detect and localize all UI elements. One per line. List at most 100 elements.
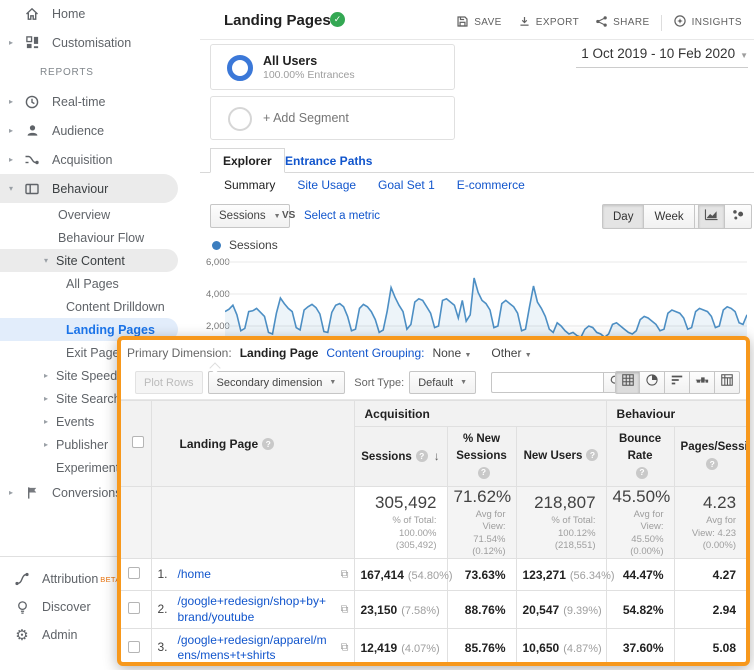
help-icon[interactable]: ? — [586, 449, 598, 461]
ga-landing-pages-page: ▸ Home ▸ Customisation REPORTS ▸ Real-ti… — [0, 0, 754, 670]
segment-ring-icon — [227, 55, 253, 81]
share-icon — [595, 15, 608, 31]
sidebar-item-real-time[interactable]: ▸ Real-time — [0, 87, 200, 116]
line-chart-button[interactable] — [698, 204, 725, 229]
person-icon — [24, 123, 40, 139]
help-icon[interactable]: ? — [262, 438, 274, 450]
column-header-new-users[interactable]: New Users? — [516, 427, 606, 487]
verified-check-icon: ✓ — [330, 12, 345, 27]
performance-view-button[interactable] — [665, 371, 690, 394]
tab-explorer[interactable]: Explorer — [210, 148, 285, 173]
expand-right-icon[interactable]: ▸ — [44, 440, 48, 449]
grid-icon — [621, 373, 635, 392]
column-header-new-sessions[interactable]: % New Sessions? — [447, 427, 516, 487]
sidebar-item-behaviour-flow[interactable]: Behaviour Flow — [0, 226, 200, 249]
table-view-buttons — [615, 371, 740, 394]
metric-bar: Sessions▼ VS Select a metric Day Week Mo… — [200, 204, 754, 234]
other-dropdown[interactable]: Other ▼ — [491, 346, 531, 360]
flag-icon — [24, 485, 40, 501]
secondary-dimension-dropdown[interactable]: Secondary dimension▼ — [208, 371, 346, 394]
search-input[interactable] — [491, 372, 603, 393]
primary-dimension-value[interactable]: Landing Page — [240, 346, 319, 360]
save-button[interactable]: SAVE — [448, 11, 510, 35]
explorer-subtabs: Summary Site Usage Goal Set 1 E-commerce — [224, 178, 525, 192]
expand-right-icon[interactable]: ▸ — [44, 394, 48, 403]
group-header-acquisition: Acquisition — [354, 401, 606, 427]
help-icon[interactable]: ? — [416, 450, 428, 462]
expand-right-icon[interactable]: ▸ — [44, 417, 48, 426]
clock-icon — [24, 94, 40, 110]
help-icon[interactable]: ? — [706, 458, 718, 470]
collapse-down-icon[interactable]: ▾ — [44, 256, 48, 265]
add-segment-button[interactable]: + Add Segment — [210, 96, 455, 140]
share-button[interactable]: SHARE — [587, 11, 657, 35]
column-header-pages-session[interactable]: Pages/Session? — [674, 427, 746, 487]
plot-rows-button[interactable]: Plot Rows — [135, 371, 203, 394]
sidebar-item-home[interactable]: ▸ Home — [0, 0, 200, 28]
collapse-down-icon[interactable]: ▾ — [4, 184, 18, 193]
select-all-checkbox[interactable] — [132, 436, 144, 448]
subtab-goal-set-1[interactable]: Goal Set 1 — [378, 178, 435, 192]
group-header-behaviour: Behaviour — [606, 401, 746, 427]
open-page-icon[interactable]: ⧉ — [341, 568, 349, 581]
behaviour-icon — [24, 181, 40, 197]
download-icon — [518, 15, 531, 31]
comparison-view-button[interactable] — [690, 371, 715, 394]
column-header-landing-page[interactable]: Landing Page? — [151, 401, 354, 487]
row-checkbox[interactable] — [128, 641, 140, 653]
expand-right-icon[interactable]: ▸ — [4, 38, 18, 47]
tab-entrance-paths[interactable]: Entrance Paths — [285, 148, 372, 173]
column-header-bounce-rate[interactable]: Bounce Rate? — [606, 427, 674, 487]
motion-chart-button[interactable] — [725, 204, 752, 229]
divider — [661, 15, 662, 31]
subtab-site-usage[interactable]: Site Usage — [297, 178, 356, 192]
expand-right-icon[interactable]: ▸ — [4, 488, 18, 497]
export-button[interactable]: EXPORT — [510, 11, 587, 35]
lightbulb-icon — [14, 599, 30, 615]
sidebar-item-site-content[interactable]: ▾Site Content — [0, 249, 178, 272]
insights-button[interactable]: INSIGHTS — [665, 10, 750, 35]
week-button[interactable]: Week — [644, 204, 694, 229]
date-range-selector[interactable]: 1 Oct 2019 - 10 Feb 2020▼ — [576, 46, 748, 68]
help-icon[interactable]: ? — [636, 467, 648, 479]
column-header-sessions[interactable]: Sessions?↓ — [354, 427, 447, 487]
total-new-users: 218,807 — [523, 493, 596, 513]
pivot-icon — [720, 373, 734, 392]
data-view-button[interactable] — [615, 371, 640, 394]
sidebar-item-customisation[interactable]: ▸ Customisation — [0, 28, 200, 57]
help-icon[interactable]: ? — [478, 467, 490, 479]
subtab-ecommerce[interactable]: E-commerce — [457, 178, 525, 192]
table-row: 2./google+redesign/shop+by+brand/youtube… — [121, 591, 746, 629]
sidebar-item-all-pages[interactable]: All Pages — [0, 272, 200, 295]
sidebar-item-content-drilldown[interactable]: Content Drilldown — [0, 295, 200, 318]
open-page-icon[interactable]: ⧉ — [341, 603, 349, 616]
sidebar-item-overview[interactable]: Overview — [0, 203, 200, 226]
acquisition-icon — [24, 152, 40, 168]
landing-page-link[interactable]: /google+redesign/apparel/mens/mens+t+shi… — [178, 633, 328, 664]
percentage-view-button[interactable] — [640, 371, 665, 394]
segment-all-users[interactable]: All Users 100.00% Entrances — [210, 44, 455, 90]
expand-right-icon[interactable]: ▸ — [44, 371, 48, 380]
sort-type-dropdown[interactable]: Default▼ — [409, 371, 476, 394]
chart-type-buttons — [698, 204, 752, 229]
metric-dropdown[interactable]: Sessions▼ — [210, 204, 290, 228]
sidebar-item-behaviour[interactable]: ▾ Behaviour — [0, 174, 178, 203]
sidebar-item-acquisition[interactable]: ▸ Acquisition — [0, 145, 200, 174]
row-checkbox[interactable] — [128, 602, 140, 614]
subtab-summary[interactable]: Summary — [224, 178, 275, 192]
expand-right-icon[interactable]: ▸ — [4, 126, 18, 135]
open-page-icon[interactable]: ⧉ — [341, 642, 349, 655]
pivot-view-button[interactable] — [715, 371, 740, 394]
gear-icon: ⚙ — [14, 627, 30, 643]
totals-row: 305,492% of Total: 100.00% (305,492) 71.… — [121, 487, 746, 559]
day-button[interactable]: Day — [602, 204, 644, 229]
content-grouping-link[interactable]: Content Grouping: — [326, 346, 424, 360]
expand-right-icon[interactable]: ▸ — [4, 155, 18, 164]
row-checkbox[interactable] — [128, 567, 140, 579]
select-metric-link[interactable]: Select a metric — [304, 210, 380, 222]
content-grouping-dropdown[interactable]: None ▼ — [432, 346, 471, 360]
landing-page-link[interactable]: /google+redesign/shop+by+brand/youtube — [178, 594, 328, 625]
sidebar-item-audience[interactable]: ▸ Audience — [0, 116, 200, 145]
expand-right-icon[interactable]: ▸ — [4, 97, 18, 106]
landing-page-link[interactable]: /home — [178, 567, 211, 581]
